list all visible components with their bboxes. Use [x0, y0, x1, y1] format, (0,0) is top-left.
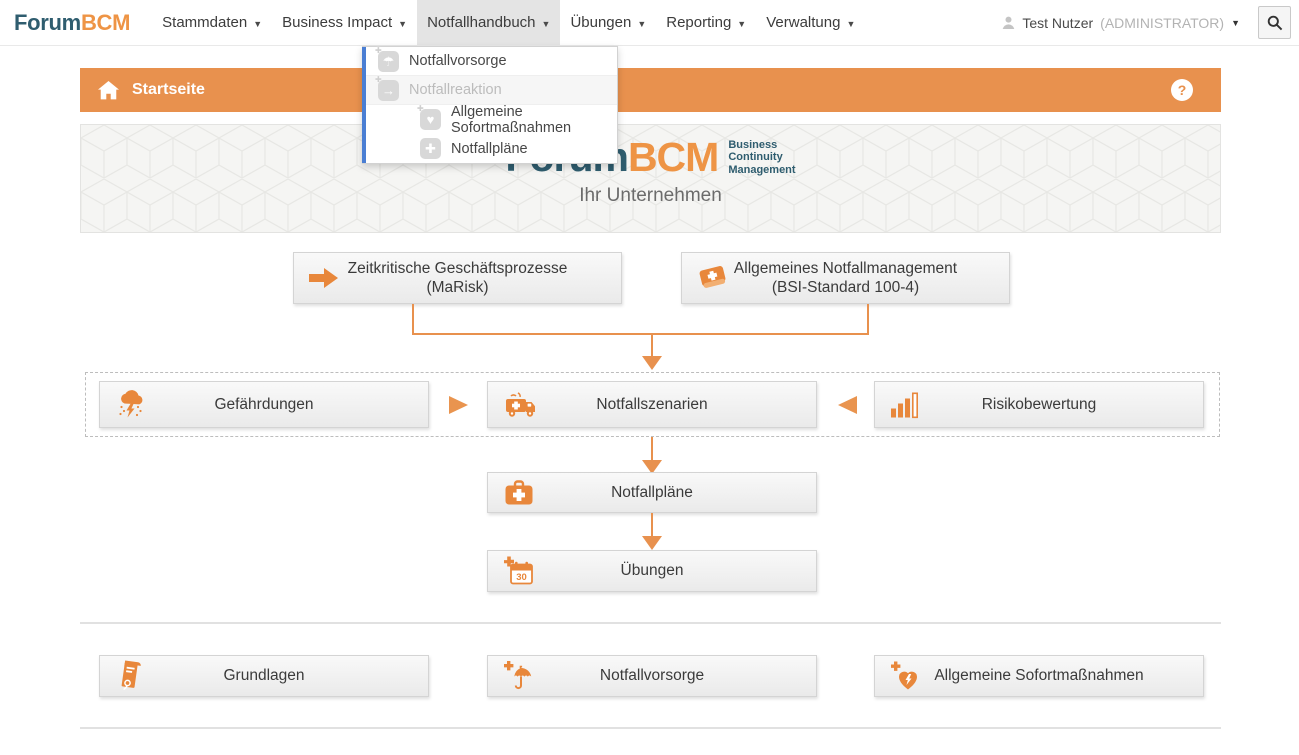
- nav-item-business-impact[interactable]: Business Impact▼: [272, 0, 417, 45]
- bar-chart-icon: [890, 391, 920, 418]
- user-icon: [1002, 16, 1015, 29]
- hero-logo-part2: BCM: [628, 134, 718, 180]
- hero-banner: ForumBCM Business Continuity Management …: [80, 124, 1221, 233]
- chevron-down-icon: ▼: [637, 19, 646, 29]
- user-role: (ADMINISTRATOR): [1100, 15, 1224, 31]
- arrow-down-icon: [642, 356, 662, 370]
- company-name: Ihr Unternehmen: [579, 185, 722, 207]
- arrow-right-icon: [449, 396, 468, 414]
- arrow-down-icon: [642, 536, 662, 550]
- connector-line: [651, 513, 653, 538]
- user-menu-button[interactable]: Test Nutzer (ADMINISTRATOR) ▼: [1002, 15, 1240, 31]
- box-notfallvorsorge[interactable]: Notfallvorsorge: [487, 655, 817, 697]
- chevron-down-icon: ▼: [542, 19, 551, 29]
- umbrella-plus-icon: [503, 660, 534, 692]
- top-navigation-bar: ForumBCM Stammdaten▼ Business Impact▼ No…: [0, 0, 1299, 46]
- arrow-right-icon: →: [378, 80, 399, 101]
- chevron-down-icon: ▼: [398, 19, 407, 29]
- heart-icon: ♥: [420, 109, 441, 130]
- menu-item-notfallplaene[interactable]: ✚ Notfallpläne: [362, 134, 617, 163]
- dropdown-accent-bar: [362, 47, 366, 163]
- menu-item-notfallvorsorge[interactable]: ☂ Notfallvorsorge: [362, 47, 617, 76]
- page-title-bar: Startseite ?: [80, 68, 1221, 112]
- nav-item-notfallhandbuch[interactable]: Notfallhandbuch▼: [417, 0, 560, 45]
- page: ForumBCM Stammdaten▼ Business Impact▼ No…: [0, 0, 1299, 755]
- search-button[interactable]: [1258, 6, 1291, 39]
- box-risikobewertung[interactable]: Risikobewertung: [874, 381, 1204, 428]
- heart-bolt-icon: [890, 661, 920, 692]
- nav-item-stammdaten[interactable]: Stammdaten▼: [152, 0, 272, 45]
- search-icon: [1267, 15, 1283, 31]
- app-logo-part1: Forum: [14, 10, 81, 36]
- arrow-right-icon: [309, 266, 339, 290]
- notfallhandbuch-dropdown-menu: ☂ Notfallvorsorge → Notfallreaktion ♥ Al…: [362, 46, 618, 164]
- chevron-down-icon: ▼: [737, 19, 746, 29]
- home-icon: [98, 81, 119, 100]
- nav-item-uebungen[interactable]: Übungen▼: [560, 0, 656, 45]
- nav-item-reporting[interactable]: Reporting▼: [656, 0, 756, 45]
- emergency-vehicle-icon: [503, 390, 539, 420]
- box-grundlagen[interactable]: Grundlagen: [99, 655, 429, 697]
- menu-item-allgemeine-sofortmassnahmen[interactable]: ♥ Allgemeine Sofortmaßnahmen: [362, 105, 617, 134]
- umbrella-icon: ☂: [378, 51, 399, 72]
- app-logo[interactable]: ForumBCM: [14, 0, 130, 45]
- page-title: Startseite: [132, 81, 205, 99]
- help-button[interactable]: ?: [1171, 79, 1193, 101]
- chevron-down-icon: ▼: [253, 19, 262, 29]
- book-icon: [697, 263, 729, 293]
- chevron-down-icon: ▼: [846, 19, 855, 29]
- app-logo-part2: BCM: [81, 10, 130, 36]
- divider: [80, 622, 1221, 624]
- menu-item-notfallreaktion: → Notfallreaktion: [362, 76, 617, 105]
- box-zeitkritische-geschaeftsprozesse[interactable]: Zeitkritische Geschäftsprozesse (MaRisk): [293, 252, 622, 304]
- storm-icon: [115, 389, 147, 421]
- hero-tagline: Business Continuity Management: [728, 139, 795, 177]
- box-allgemeines-notfallmanagement[interactable]: Allgemeines Notfallmanagement (BSI-Stand…: [681, 252, 1010, 304]
- box-uebungen[interactable]: 30 Übungen: [487, 550, 817, 592]
- connector-line: [867, 304, 869, 335]
- user-name: Test Nutzer: [1022, 15, 1093, 31]
- connector-line: [651, 335, 653, 357]
- arrow-left-icon: [838, 396, 857, 414]
- calendar-icon: 30: [503, 556, 534, 587]
- divider: [80, 727, 1221, 729]
- question-mark-icon: ?: [1178, 82, 1187, 98]
- box-gefaehrdungen[interactable]: Gefährdungen: [99, 381, 429, 428]
- box-allgemeine-sofortmassnahmen[interactable]: Allgemeine Sofortmaßnahmen: [874, 655, 1204, 697]
- connector-line: [412, 333, 869, 335]
- connector-line: [651, 437, 653, 462]
- chevron-down-icon: ▼: [1231, 18, 1240, 28]
- main-nav: Stammdaten▼ Business Impact▼ Notfallhand…: [152, 0, 865, 45]
- connector-line: [412, 304, 414, 335]
- svg-text:30: 30: [516, 572, 527, 583]
- user-area: Test Nutzer (ADMINISTRATOR) ▼: [1002, 0, 1291, 45]
- first-aid-icon: ✚: [420, 138, 441, 159]
- first-aid-icon: [503, 479, 535, 506]
- box-notfallszenarien[interactable]: Notfallszenarien: [487, 381, 817, 428]
- nav-item-verwaltung[interactable]: Verwaltung▼: [756, 0, 865, 45]
- scroll-icon: [115, 659, 142, 693]
- box-notfallplaene[interactable]: Notfallpläne: [487, 472, 817, 513]
